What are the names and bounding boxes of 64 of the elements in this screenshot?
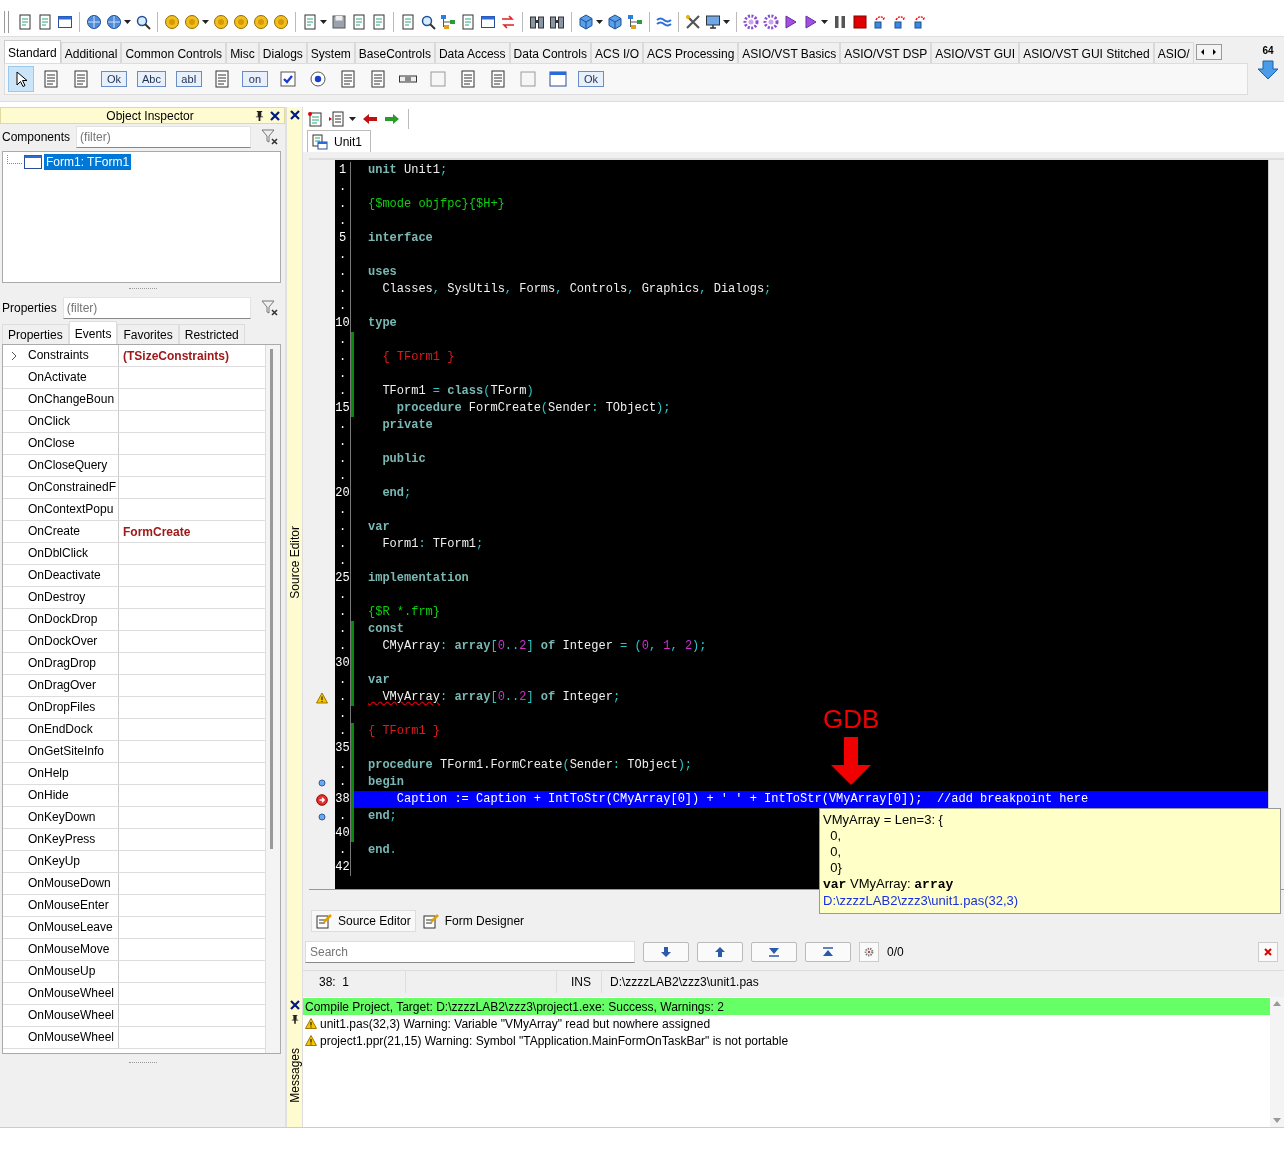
code-line: {$R *.frm} [367, 604, 440, 621]
line-number: . [335, 264, 351, 281]
code-line: public [381, 451, 426, 468]
code-line: end. [367, 842, 397, 859]
line-number: 1 [335, 162, 351, 179]
code-line: unit Unit1; [367, 162, 448, 179]
code-line: CMyArray: array[0..2] of Integer = (0, 1, 2); [381, 638, 707, 655]
insert-mode: INS [557, 971, 602, 993]
code-line: end; [367, 808, 397, 825]
code-line: uses [367, 264, 397, 281]
code-line: var [367, 519, 390, 536]
line-number: . [335, 451, 351, 468]
line-number: . [335, 281, 351, 298]
line-number: . [335, 468, 351, 485]
panel-title: Object Inspector [105, 108, 195, 123]
line-number: . [335, 179, 351, 196]
code-line: implementation [367, 570, 469, 587]
code-line: VMyArray: array[0..2] of Integer; [381, 689, 621, 706]
line-number: 20 [335, 485, 351, 502]
code-line: {$mode objfpc}{$H+} [367, 196, 505, 213]
line-number: . [335, 706, 351, 723]
code-line: procedure FormCreate(Sender: TObject); [395, 400, 671, 417]
cursor-position: 38: 1 [303, 971, 406, 993]
code-line: { TForm1 } [381, 349, 455, 366]
code-line: end; [381, 485, 412, 502]
field-label: Components [2, 129, 71, 144]
line-number: 42 [335, 859, 351, 876]
code-line: TForm1 = class(TForm) [381, 383, 534, 400]
line-number: . [335, 502, 351, 519]
code-line: interface [367, 230, 433, 247]
line-number: . [335, 298, 351, 315]
line-number: . [335, 417, 351, 434]
line-number: . [335, 587, 351, 604]
code-line: private [381, 417, 433, 434]
line-number: 10 [335, 315, 351, 332]
code-line: Form1: TForm1; [381, 536, 484, 553]
line-number: . [335, 519, 351, 536]
code-line: var [367, 672, 390, 689]
code-line: const [367, 621, 404, 638]
line-number: . [335, 196, 351, 213]
line-number: 5 [335, 230, 351, 247]
field-label: Properties [2, 300, 57, 315]
line-number: . [335, 213, 351, 230]
tooltip-text: 0, [829, 828, 843, 844]
line-number: . [335, 842, 351, 859]
code-line: type [367, 315, 397, 332]
line-number: . [335, 553, 351, 570]
tooltip-text: VMyArray = Len=3: { [823, 812, 944, 828]
code-line: procedure TForm1.FormCreate(Sender: TObject); [367, 757, 693, 774]
file-path: D:\zzzzLAB2\zzz3\unit1.pas [609, 974, 759, 991]
line-number: 25 [335, 570, 351, 587]
badge-text: 64 [1262, 45, 1274, 56]
line-number: . [335, 434, 351, 451]
match-count: 0/0 [887, 945, 904, 959]
tooltip-text: 0, [829, 844, 843, 860]
code-line: Classes, SysUtils, Forms, Controls, Graphics, Dialogs; [381, 281, 772, 298]
tooltip-text: 0} [829, 860, 843, 876]
tooltip-declaration: var VMyArray: array [823, 876, 955, 893]
line-number: . [335, 536, 351, 553]
annotation-label: GDB [823, 705, 880, 733]
line-number: . [335, 604, 351, 621]
line-number: . [335, 247, 351, 264]
code-line: begin [367, 774, 404, 791]
code-line: { TForm1 } [367, 723, 440, 740]
